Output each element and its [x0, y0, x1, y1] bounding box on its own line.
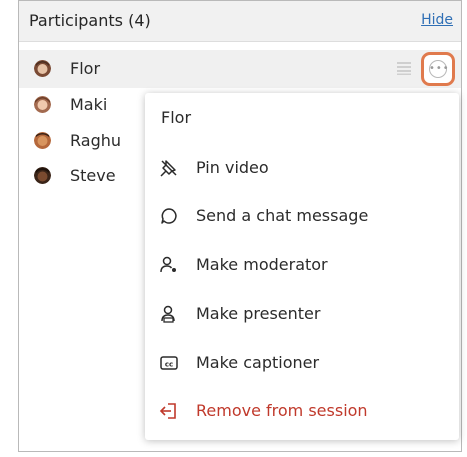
pin-video-menu-item[interactable]: Pin video: [145, 149, 459, 189]
participant-row-flor[interactable]: Flor •••: [19, 50, 461, 88]
moderator-icon: [160, 256, 176, 273]
avatar-flor: [34, 60, 51, 77]
more-options-button[interactable]: •••: [421, 52, 455, 86]
hide-link[interactable]: Hide: [421, 12, 453, 28]
panel-title: Participants (4): [29, 11, 151, 30]
menu-item-label: Make presenter: [196, 304, 321, 323]
avatar-maki: [34, 96, 51, 113]
pin-icon: [160, 160, 177, 177]
participant-name: Raghu: [70, 131, 122, 150]
panel-header: Participants (4) Hide: [19, 1, 461, 42]
captions-icon: cc: [160, 356, 178, 370]
menu-item-label: Remove from session: [196, 401, 368, 420]
svg-text:cc: cc: [165, 361, 173, 369]
menu-item-label: Pin video: [196, 158, 269, 177]
menu-item-label: Make moderator: [196, 255, 328, 274]
make-presenter-menu-item[interactable]: Make presenter: [145, 295, 459, 335]
send-chat-message-menu-item[interactable]: Send a chat message: [145, 197, 459, 237]
avatar-raghu: [34, 132, 51, 149]
presenter-icon: [161, 305, 175, 323]
make-moderator-menu-item[interactable]: Make moderator: [145, 246, 459, 286]
list-icon[interactable]: [397, 61, 411, 75]
participant-context-menu: Flor Pin video Send a chat message Make …: [145, 93, 459, 440]
avatar-steve: [34, 167, 51, 184]
participant-name: Maki: [70, 95, 108, 114]
make-captioner-menu-item[interactable]: cc Make captioner: [145, 344, 459, 384]
menu-title: Flor: [161, 108, 192, 127]
menu-item-label: Make captioner: [196, 353, 320, 372]
remove-from-session-menu-item[interactable]: Remove from session: [145, 392, 459, 432]
participant-name: Steve: [70, 166, 116, 185]
participant-name: Flor: [70, 59, 101, 78]
remove-exit-icon: [159, 403, 176, 419]
menu-item-label: Send a chat message: [196, 206, 369, 225]
chat-bubble-icon: [161, 208, 177, 224]
